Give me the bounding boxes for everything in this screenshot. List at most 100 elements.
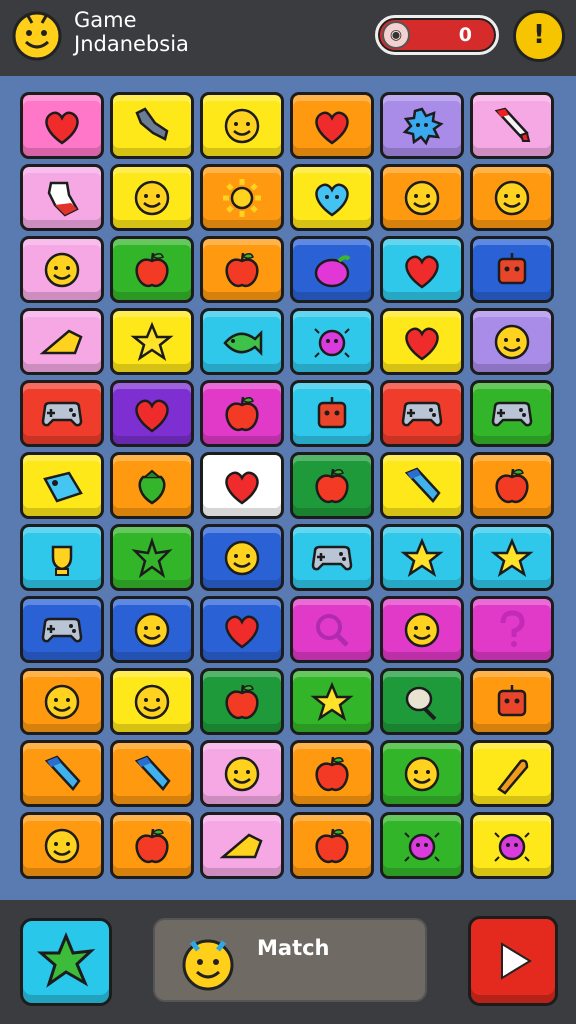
board-tile[interactable] (110, 524, 194, 591)
bottom-bar: Match (0, 900, 576, 1024)
board-tile[interactable] (380, 308, 464, 375)
match-panel[interactable]: Match (153, 918, 427, 1002)
board-tile[interactable] (110, 164, 194, 231)
board-tile[interactable] (290, 596, 374, 663)
smiley-logo-icon (12, 11, 62, 61)
board-tile[interactable] (20, 668, 104, 735)
heart-icon (45, 111, 79, 145)
bug-icon (314, 327, 350, 358)
robot-icon (497, 252, 527, 284)
robot-icon (317, 396, 347, 428)
board-tile[interactable] (20, 380, 104, 447)
gamepad-icon (41, 401, 83, 426)
board-tile[interactable] (380, 92, 464, 159)
board-tile[interactable] (380, 524, 464, 591)
title-line-1: Game (74, 8, 137, 32)
board-tile[interactable] (20, 92, 104, 159)
smiley-icon (134, 612, 170, 647)
apple-icon (225, 684, 259, 719)
heart-icon (405, 255, 439, 289)
board-tile[interactable] (20, 452, 104, 519)
board-tile[interactable] (110, 596, 194, 663)
board-tile[interactable] (200, 668, 284, 735)
powerup-button[interactable] (20, 918, 112, 1006)
cheese-icon (39, 329, 83, 354)
board-tile[interactable] (470, 596, 554, 663)
board-tile[interactable] (380, 164, 464, 231)
board-tile[interactable] (200, 164, 284, 231)
board-tile[interactable] (380, 668, 464, 735)
hint-button[interactable]: ! (513, 10, 565, 62)
heart-icon (135, 399, 169, 433)
board-tile[interactable] (20, 812, 104, 879)
board-tile[interactable] (20, 524, 104, 591)
board-tile[interactable] (380, 740, 464, 807)
board-tile[interactable] (110, 452, 194, 519)
gamepad-icon (41, 617, 83, 642)
board-tile[interactable] (470, 452, 554, 519)
board-tile[interactable] (290, 164, 374, 231)
board-tile[interactable] (200, 524, 284, 591)
board-tile[interactable] (20, 596, 104, 663)
game-title: Game Jndanebsia (74, 8, 189, 56)
star-icon (490, 537, 534, 577)
board-tile[interactable] (200, 740, 284, 807)
spoon-icon (405, 686, 437, 720)
board-tile[interactable] (110, 308, 194, 375)
robot-icon (497, 684, 527, 716)
board-tile[interactable] (200, 812, 284, 879)
board-tile[interactable] (380, 236, 464, 303)
board-tile[interactable] (470, 308, 554, 375)
board-tile[interactable] (290, 92, 374, 159)
board-tile[interactable] (20, 164, 104, 231)
board-tile[interactable] (290, 236, 374, 303)
smiley-icon (404, 612, 440, 647)
board-tile[interactable] (470, 236, 554, 303)
top-bar: Game Jndanebsia ◉ 0 ! (0, 0, 576, 76)
board-tile[interactable] (200, 596, 284, 663)
board-tile[interactable] (290, 524, 374, 591)
board-tile[interactable] (110, 92, 194, 159)
gamepad-icon (491, 401, 533, 426)
board-tile[interactable] (470, 812, 554, 879)
board-tile[interactable] (470, 740, 554, 807)
board-tile[interactable] (470, 380, 554, 447)
board-tile[interactable] (290, 668, 374, 735)
board-tile[interactable] (200, 92, 284, 159)
board-tile[interactable] (380, 452, 464, 519)
board-tile[interactable] (200, 236, 284, 303)
apple-icon (225, 252, 259, 287)
board-tile[interactable] (110, 236, 194, 303)
board-tile[interactable] (290, 812, 374, 879)
board-tile[interactable] (110, 812, 194, 879)
heart-icon (405, 327, 439, 361)
board-tile[interactable] (200, 452, 284, 519)
trophy-icon (51, 545, 73, 576)
board-tile[interactable] (470, 668, 554, 735)
apple-icon (135, 252, 169, 287)
board-tile[interactable] (470, 524, 554, 591)
board-tile[interactable] (110, 740, 194, 807)
board-tile[interactable] (470, 164, 554, 231)
board-tile[interactable] (470, 92, 554, 159)
smiley-icon (494, 324, 530, 359)
board-tile[interactable] (290, 740, 374, 807)
board-tile[interactable] (290, 452, 374, 519)
board-tile[interactable] (380, 812, 464, 879)
board-tile[interactable] (110, 380, 194, 447)
smiley-icon (224, 540, 260, 575)
board-tile[interactable] (380, 380, 464, 447)
board-tile[interactable] (290, 380, 374, 447)
play-button[interactable] (468, 916, 558, 1006)
board-tile[interactable] (20, 236, 104, 303)
board-tile[interactable] (380, 596, 464, 663)
bug-icon (404, 831, 440, 862)
apple-icon (315, 828, 349, 863)
board-tile[interactable] (110, 668, 194, 735)
question-icon (500, 609, 525, 647)
board-tile[interactable] (20, 308, 104, 375)
board-tile[interactable] (290, 308, 374, 375)
board-tile[interactable] (200, 308, 284, 375)
board-tile[interactable] (20, 740, 104, 807)
board-tile[interactable] (200, 380, 284, 447)
